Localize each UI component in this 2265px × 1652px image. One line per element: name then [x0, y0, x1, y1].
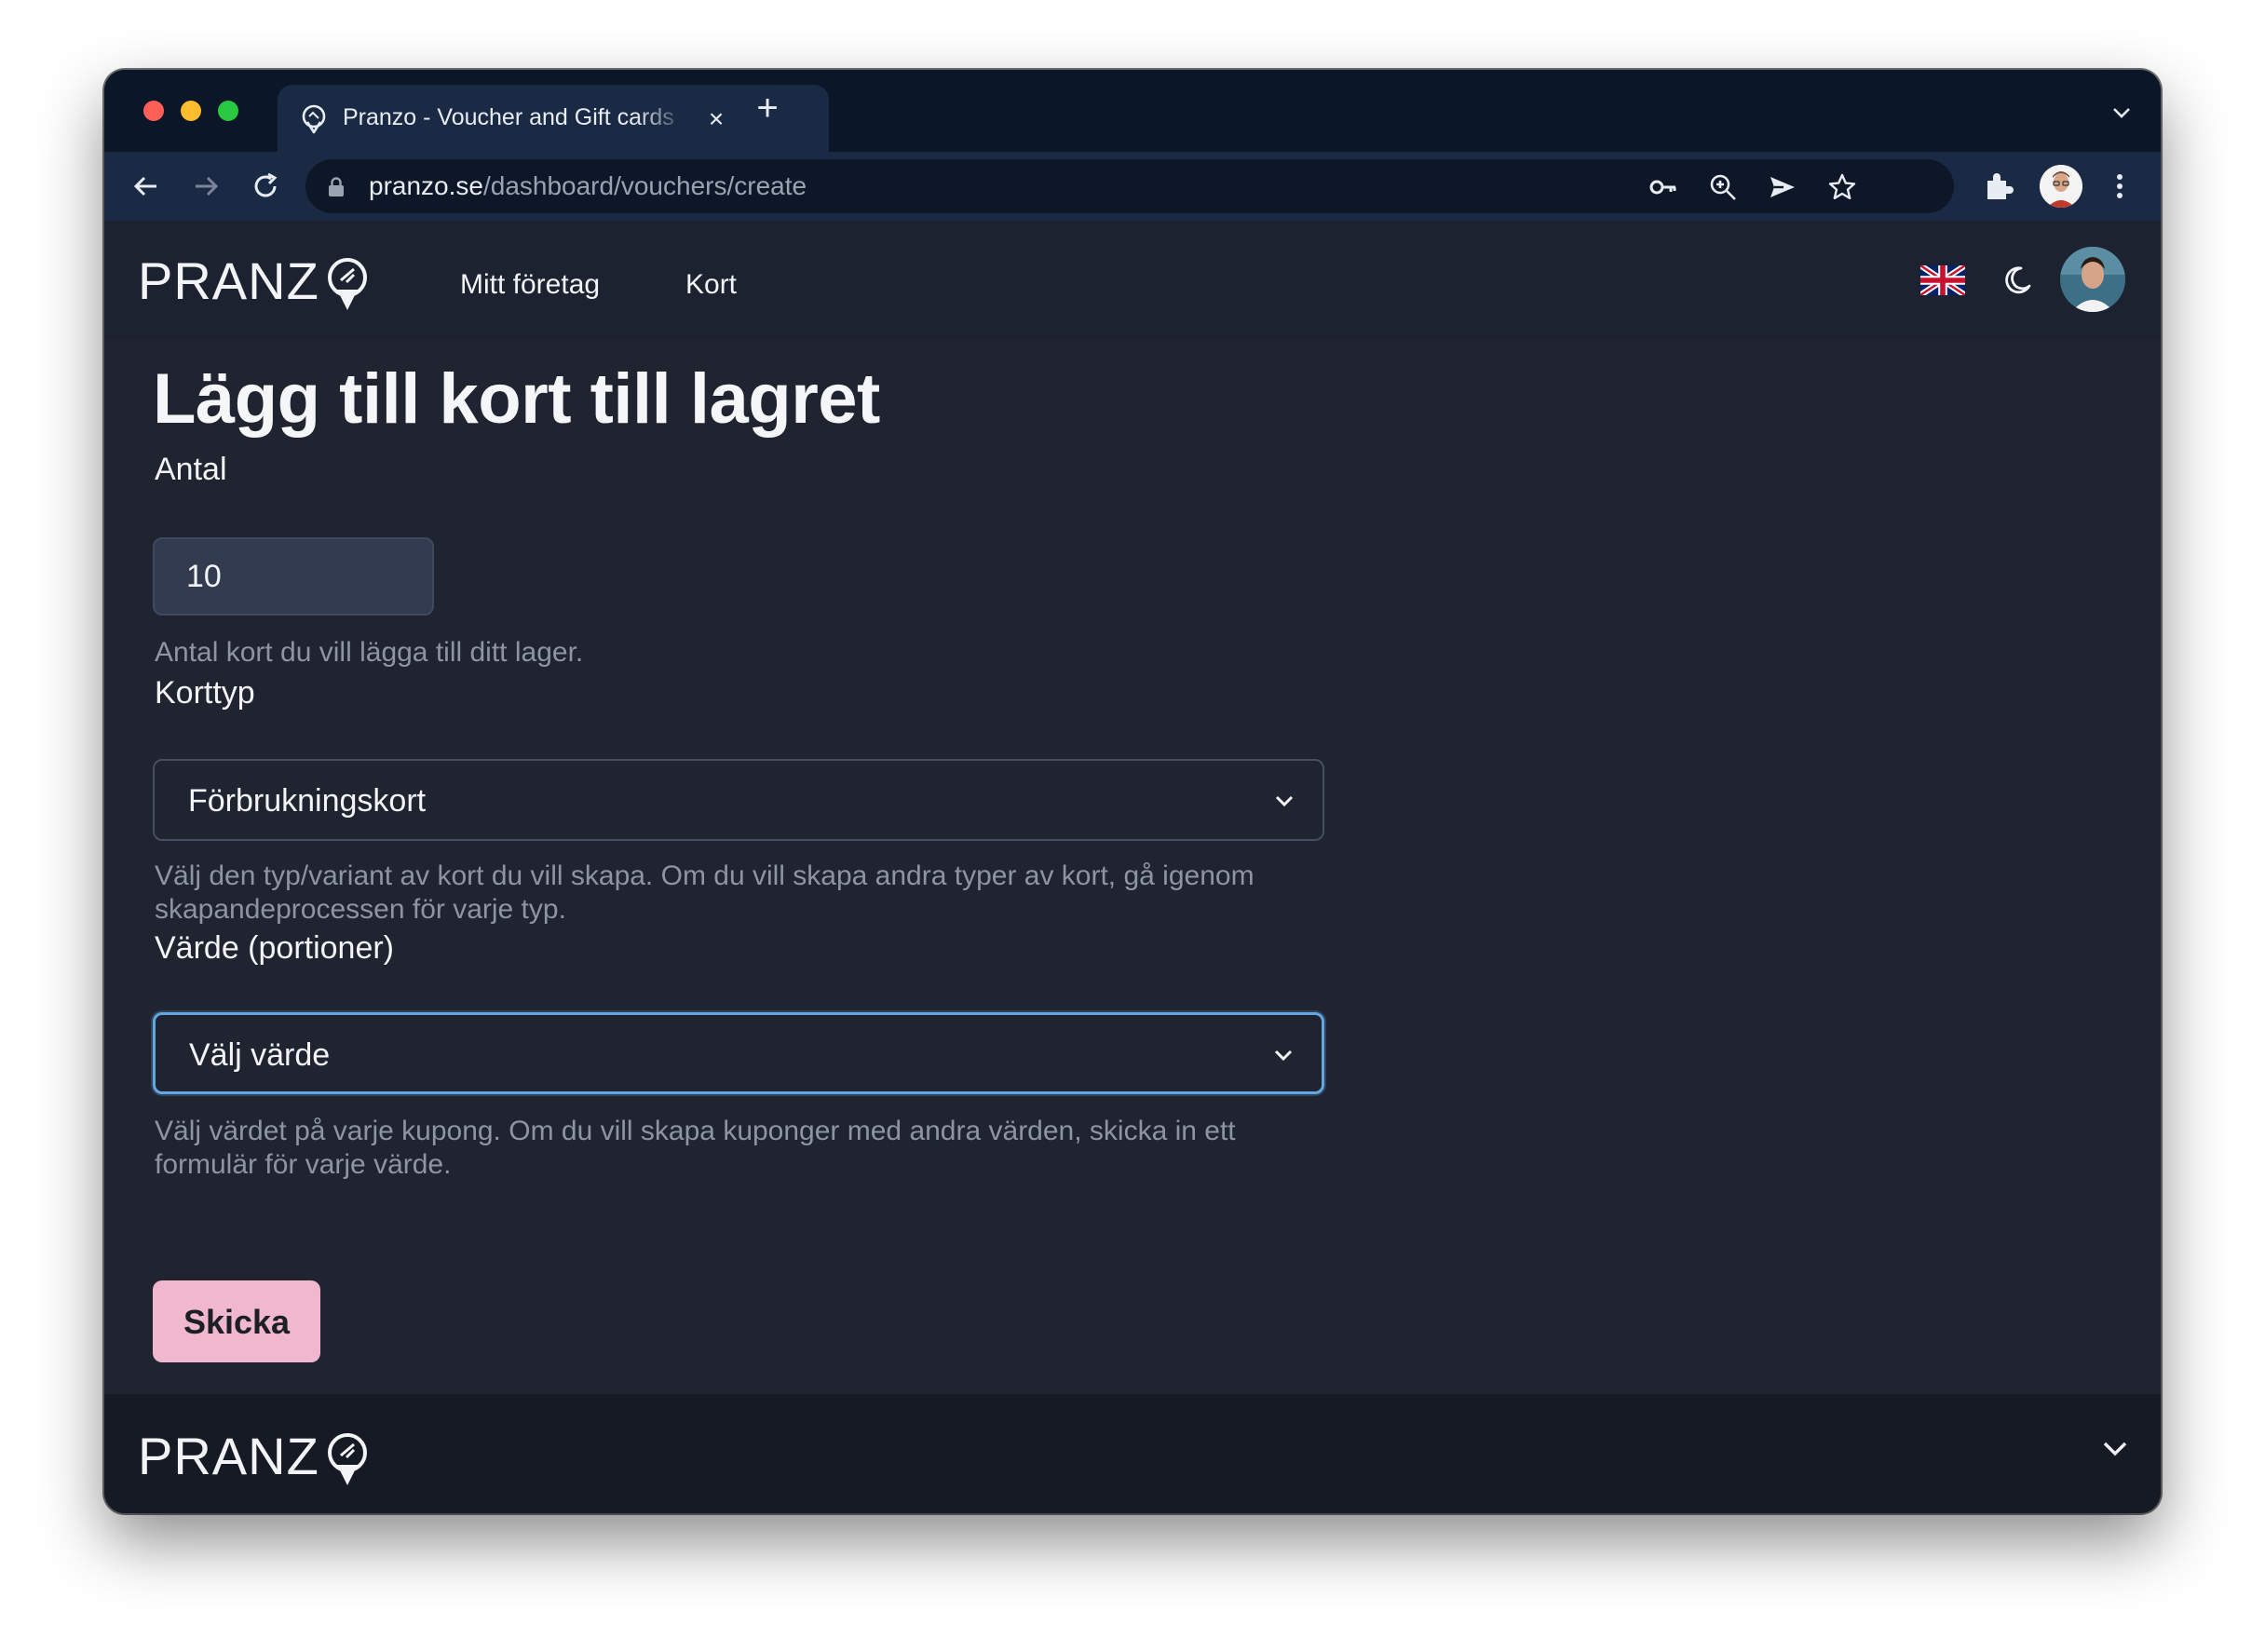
value-help: Välj värdet på varje kupong. Om du vill …: [155, 1116, 1236, 1180]
pranzo-favicon-icon: [302, 104, 326, 134]
submit-button[interactable]: Skicka: [153, 1280, 320, 1362]
card-type-select[interactable]: Förbrukningskort: [153, 759, 1324, 841]
url-path: /dashboard/vouchers/create: [482, 171, 807, 200]
card-type-help: Välj den typ/variant av kort du vill ska…: [155, 860, 1255, 925]
browser-window: Pranzo - Voucher and Gift cards × + pran…: [104, 70, 2161, 1513]
forward-icon[interactable]: [188, 169, 224, 204]
url-host: pranzo.se: [369, 171, 483, 200]
footer-logo[interactable]: PRANZ: [138, 1418, 371, 1485]
logo-pin-icon: [328, 1433, 367, 1485]
key-icon[interactable]: [1648, 172, 1678, 202]
quantity-label: Antal: [155, 452, 227, 487]
main-content: Lägg till kort till lagret Antal 10 Anta…: [104, 340, 2161, 1463]
quantity-input[interactable]: 10: [153, 537, 434, 616]
minimize-window-button[interactable]: [181, 101, 201, 121]
chevron-down-icon[interactable]: [2099, 1433, 2131, 1465]
nav-mitt-foretag[interactable]: Mitt företag: [460, 269, 600, 301]
avatar-image-icon: [2060, 247, 2125, 312]
page-title: Lägg till kort till lagret: [153, 359, 880, 439]
nav-kort[interactable]: Kort: [685, 269, 737, 301]
reload-icon[interactable]: [248, 169, 283, 204]
quantity-help: Antal kort du vill lägga till ditt lager…: [155, 637, 584, 668]
tab-strip: Pranzo - Voucher and Gift cards × +: [104, 70, 2161, 152]
address-bar[interactable]: pranzo.se/dashboard/vouchers/create: [305, 159, 1954, 213]
back-icon[interactable]: [129, 169, 164, 204]
value-select[interactable]: Välj värde: [153, 1012, 1324, 1094]
tab-search-chevron-icon[interactable]: [2110, 102, 2133, 124]
more-icon[interactable]: [2103, 169, 2136, 203]
value-label: Värde (portioner): [155, 930, 395, 966]
browser-toolbar: pranzo.se/dashboard/vouchers/create: [104, 152, 2161, 221]
app-header: PRANZ Mitt företag Kort: [104, 221, 2161, 342]
extensions-icon[interactable]: [1982, 169, 2015, 203]
logo-text: PRANZ: [138, 251, 319, 310]
maximize-window-button[interactable]: [218, 101, 238, 121]
new-tab-button[interactable]: +: [749, 89, 786, 128]
tab-close-icon[interactable]: ×: [702, 105, 730, 133]
browser-tab[interactable]: Pranzo - Voucher and Gift cards ×: [278, 85, 829, 152]
moon-icon[interactable]: [2001, 264, 2034, 297]
zoom-icon[interactable]: [1708, 172, 1738, 202]
tab-title: Pranzo - Voucher and Gift cards: [343, 104, 674, 130]
url-text: pranzo.se/dashboard/vouchers/create: [369, 171, 807, 201]
lock-icon: [329, 177, 344, 196]
user-avatar[interactable]: [2060, 247, 2125, 312]
send-icon[interactable]: [1768, 172, 1797, 202]
chevron-down-icon: [1275, 795, 1294, 807]
logo-pin-icon: [328, 258, 367, 310]
pranzo-logo[interactable]: PRANZ: [138, 243, 371, 310]
uk-flag-icon[interactable]: [1920, 265, 1965, 295]
chevron-down-icon: [1274, 1049, 1293, 1062]
card-type-value: Förbrukningskort: [188, 783, 427, 819]
card-type-label: Korttyp: [155, 675, 255, 711]
profile-avatar-icon: [2040, 165, 2082, 208]
footer: PRANZ: [104, 1394, 2161, 1513]
close-window-button[interactable]: [143, 101, 164, 121]
footer-logo-text: PRANZ: [138, 1427, 319, 1485]
profile-icon[interactable]: [2040, 165, 2082, 208]
star-icon[interactable]: [1827, 172, 1857, 202]
value-placeholder: Välj värde: [189, 1037, 331, 1073]
